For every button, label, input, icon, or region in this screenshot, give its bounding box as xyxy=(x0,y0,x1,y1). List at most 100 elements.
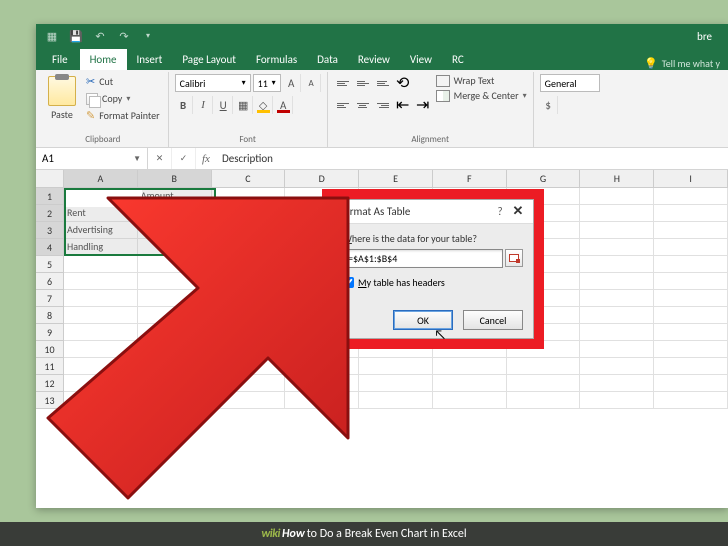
cell[interactable] xyxy=(64,375,138,392)
tab-data[interactable]: Data xyxy=(307,49,348,70)
cell[interactable] xyxy=(64,290,138,307)
orientation-icon[interactable]: ⟲ xyxy=(394,74,412,92)
cell[interactable] xyxy=(212,341,286,358)
row-header[interactable]: 12 xyxy=(36,375,64,392)
cell[interactable] xyxy=(580,222,654,239)
font-color-button[interactable]: A xyxy=(275,96,293,114)
col-header-h[interactable]: H xyxy=(580,170,654,188)
ok-button[interactable]: OK xyxy=(393,310,453,330)
tab-home[interactable]: Home xyxy=(80,49,127,70)
paste-button[interactable]: Paste xyxy=(44,74,80,123)
underline-button[interactable]: U xyxy=(215,96,233,114)
cell[interactable] xyxy=(580,205,654,222)
col-header-g[interactable]: G xyxy=(507,170,581,188)
col-header-d[interactable]: D xyxy=(285,170,359,188)
range-input[interactable]: =$A$1:$B$4 xyxy=(343,249,503,268)
decrease-font-icon[interactable]: A xyxy=(303,74,321,92)
cell[interactable] xyxy=(138,307,212,324)
cell[interactable] xyxy=(580,307,654,324)
enter-formula-icon[interactable]: ✓ xyxy=(172,148,196,169)
cell[interactable] xyxy=(580,256,654,273)
tell-me-search[interactable]: 💡 Tell me what y xyxy=(644,57,728,70)
row-header[interactable]: 11 xyxy=(36,358,64,375)
cell[interactable] xyxy=(654,256,728,273)
bold-button[interactable]: B xyxy=(175,96,193,114)
cell[interactable] xyxy=(138,375,212,392)
cell[interactable] xyxy=(359,375,433,392)
wrap-text-button[interactable]: Wrap Text xyxy=(436,74,527,87)
row-header[interactable]: 6 xyxy=(36,273,64,290)
cell[interactable] xyxy=(580,239,654,256)
cell[interactable]: Rent xyxy=(64,205,138,222)
cancel-button[interactable]: Cancel xyxy=(463,310,523,330)
copy-button[interactable]: Copy ▾ xyxy=(84,91,162,106)
merge-center-button[interactable]: Merge & Center ▾ xyxy=(436,89,527,102)
cell[interactable] xyxy=(212,256,286,273)
cell[interactable] xyxy=(212,290,286,307)
col-header-a[interactable]: A xyxy=(64,170,138,188)
fx-icon[interactable]: fx xyxy=(196,153,216,165)
cell[interactable] xyxy=(359,392,433,409)
cell[interactable] xyxy=(580,375,654,392)
font-name-select[interactable]: Calibri▾ xyxy=(175,74,251,92)
row-header[interactable]: 10 xyxy=(36,341,64,358)
cell[interactable] xyxy=(580,188,654,205)
cell[interactable] xyxy=(138,239,212,256)
cell[interactable] xyxy=(433,358,507,375)
row-header[interactable]: 3 xyxy=(36,222,64,239)
fill-color-button[interactable]: ◇ xyxy=(255,96,273,114)
cell[interactable] xyxy=(359,358,433,375)
cell[interactable] xyxy=(212,307,286,324)
cell[interactable] xyxy=(212,358,286,375)
cell[interactable] xyxy=(654,273,728,290)
cell[interactable] xyxy=(138,324,212,341)
cell[interactable] xyxy=(64,358,138,375)
cell[interactable] xyxy=(580,290,654,307)
align-top-icon[interactable] xyxy=(334,74,352,92)
cell[interactable] xyxy=(654,392,728,409)
cell[interactable] xyxy=(138,222,212,239)
col-header-c[interactable]: C xyxy=(212,170,286,188)
cell[interactable] xyxy=(138,256,212,273)
row-header[interactable]: 1 xyxy=(36,188,64,205)
row-header[interactable]: 5 xyxy=(36,256,64,273)
increase-font-icon[interactable]: A xyxy=(283,74,301,92)
col-header-f[interactable]: F xyxy=(433,170,507,188)
format-painter-button[interactable]: ✎Format Painter xyxy=(84,108,162,123)
align-center-icon[interactable] xyxy=(354,96,372,114)
cell[interactable] xyxy=(138,273,212,290)
cell[interactable] xyxy=(580,392,654,409)
row-header[interactable]: 9 xyxy=(36,324,64,341)
cell[interactable] xyxy=(285,358,359,375)
align-middle-icon[interactable] xyxy=(354,74,372,92)
tab-view[interactable]: View xyxy=(400,49,442,70)
cell[interactable] xyxy=(654,239,728,256)
tab-review[interactable]: Review xyxy=(348,49,400,70)
redo-icon[interactable]: ↷ xyxy=(116,28,132,44)
tab-file[interactable]: File xyxy=(40,49,80,70)
align-bottom-icon[interactable] xyxy=(374,74,392,92)
help-icon[interactable]: ? xyxy=(491,205,509,218)
collapse-dialog-button[interactable] xyxy=(505,249,523,267)
align-right-icon[interactable] xyxy=(374,96,392,114)
row-header[interactable]: 13 xyxy=(36,392,64,409)
headers-checkbox-row[interactable]: My table has headers xyxy=(343,276,523,289)
cell[interactable]: Handling xyxy=(64,239,138,256)
cell[interactable] xyxy=(433,392,507,409)
cell[interactable] xyxy=(507,375,581,392)
cell[interactable] xyxy=(64,307,138,324)
col-header-e[interactable]: E xyxy=(359,170,433,188)
cut-button[interactable]: ✂Cut xyxy=(84,74,162,89)
cell[interactable]: Amount xyxy=(138,188,212,205)
cell[interactable] xyxy=(433,375,507,392)
cell[interactable] xyxy=(212,239,286,256)
undo-icon[interactable]: ↶ xyxy=(92,28,108,44)
save-icon[interactable]: 💾 xyxy=(68,28,84,44)
cell[interactable] xyxy=(64,324,138,341)
cell[interactable] xyxy=(212,188,286,205)
formula-input[interactable]: Description xyxy=(216,150,728,167)
cell[interactable] xyxy=(507,392,581,409)
col-header-b[interactable]: B xyxy=(138,170,212,188)
cell[interactable] xyxy=(580,324,654,341)
border-button[interactable]: ▦ xyxy=(235,96,253,114)
